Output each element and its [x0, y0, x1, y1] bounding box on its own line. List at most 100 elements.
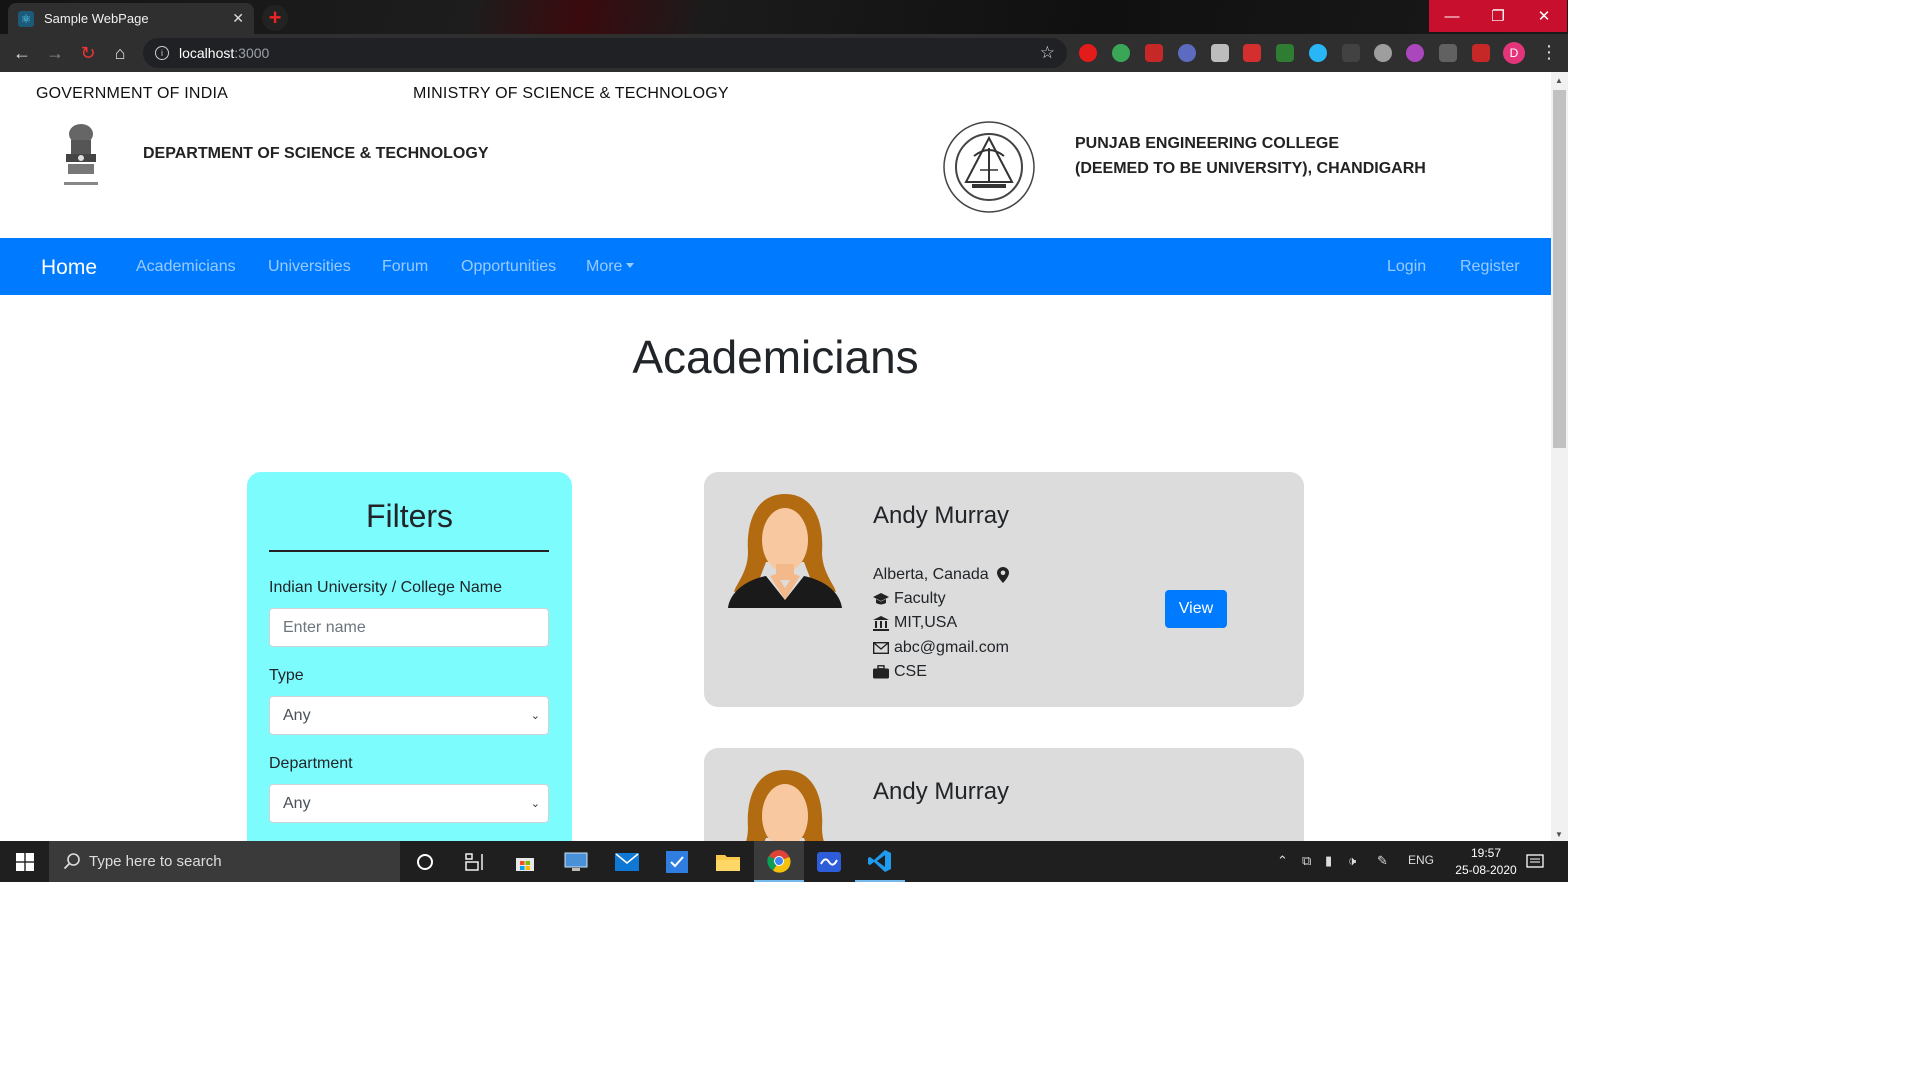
avatar — [728, 494, 842, 608]
todo-icon[interactable] — [652, 841, 702, 882]
national-emblem-icon — [64, 124, 98, 185]
browser-tab[interactable]: ⚛ Sample WebPage ✕ — [8, 3, 254, 34]
nav-home-brand[interactable]: Home — [41, 256, 97, 280]
window-restore-button[interactable]: ❐ — [1475, 0, 1521, 32]
view-button[interactable]: View — [1165, 590, 1227, 628]
scroll-up-icon[interactable]: ▲ — [1555, 76, 1563, 85]
tab-close-icon[interactable]: ✕ — [232, 10, 244, 27]
college-name-line1: PUNJAB ENGINEERING COLLEGE — [1075, 135, 1340, 152]
extension-adblock-icon[interactable] — [1079, 44, 1097, 62]
extension-green-icon[interactable] — [1276, 44, 1294, 62]
envelope-icon — [873, 640, 889, 656]
extension-infinity-icon[interactable] — [1309, 44, 1327, 62]
extensions-puzzle-icon[interactable] — [1472, 44, 1490, 62]
college-name-line2: (DEEMED TO BE UNIVERSITY), CHANDIGARH — [1075, 160, 1426, 177]
notifications-icon[interactable] — [1512, 841, 1558, 882]
mail-icon[interactable] — [602, 841, 652, 882]
file-explorer-icon[interactable] — [703, 841, 753, 882]
battery-icon[interactable]: ▮ — [1325, 853, 1332, 869]
chrome-icon[interactable] — [754, 841, 804, 882]
department-select[interactable]: Any ⌄ — [269, 784, 549, 823]
header-department: DEPARTMENT OF SCIENCE & TECHNOLOGY — [143, 145, 489, 162]
window-close-button[interactable]: ✕ — [1521, 0, 1567, 32]
header-government: GOVERNMENT OF INDIA — [36, 85, 228, 102]
extension-glasses-icon[interactable] — [1178, 44, 1196, 62]
address-bar[interactable]: i localhost:3000 ☆ — [143, 38, 1067, 68]
nav-register[interactable]: Register — [1460, 258, 1520, 276]
extension-target-icon[interactable] — [1374, 44, 1392, 62]
scroll-down-icon[interactable]: ▼ — [1555, 830, 1563, 839]
browser-menu-icon[interactable]: ⋮ — [1540, 42, 1558, 63]
window-minimize-button[interactable]: — — [1429, 0, 1475, 32]
chevron-down-icon: ⌄ — [530, 710, 540, 722]
react-favicon-icon: ⚛ — [18, 10, 34, 27]
profile-avatar[interactable]: D — [1503, 42, 1525, 64]
microsoft-store-icon[interactable] — [500, 841, 550, 882]
nav-academicians[interactable]: Academicians — [136, 258, 236, 276]
graduation-cap-icon — [873, 591, 889, 607]
task-view-icon[interactable] — [450, 841, 500, 882]
remote-desktop-icon[interactable] — [551, 841, 601, 882]
college-name-input[interactable]: Enter name — [269, 608, 549, 647]
briefcase-icon — [873, 664, 889, 680]
nav-opportunities[interactable]: Opportunities — [461, 258, 556, 276]
whiteboard-icon[interactable] — [804, 841, 854, 882]
page-scrollbar[interactable]: ▲ ▼ — [1551, 72, 1568, 841]
url-host: localhost — [179, 45, 235, 61]
forward-arrow-icon[interactable]: → — [42, 40, 68, 66]
academician-name: Andy Murray — [873, 778, 1010, 805]
taskbar-clock[interactable]: 19:57 25-08-2020 — [1452, 845, 1520, 879]
clock-time: 19:57 — [1470, 846, 1502, 860]
academician-location: Alberta, Canada — [873, 566, 1016, 584]
header-ministry: MINISTRY OF SCIENCE & TECHNOLOGY — [413, 85, 729, 102]
show-hidden-icons-icon[interactable]: ⌃ — [1277, 853, 1288, 869]
extension-colorful-icon[interactable] — [1112, 44, 1130, 62]
nav-more-dropdown[interactable]: More — [586, 258, 635, 276]
vscode-icon[interactable] — [855, 841, 905, 882]
input-language[interactable]: ENG — [1408, 853, 1434, 867]
chevron-down-icon: ⌄ — [530, 798, 540, 810]
scrollbar-thumb[interactable] — [1553, 90, 1566, 448]
department-label: Department — [269, 755, 353, 772]
nav-login[interactable]: Login — [1387, 258, 1426, 276]
site-info-icon[interactable]: i — [155, 46, 169, 60]
extension-book-icon[interactable] — [1145, 44, 1163, 62]
department-text: CSE — [894, 663, 927, 680]
extension-braces-icon[interactable] — [1342, 44, 1360, 62]
college-name-label: Indian University / College Name — [269, 579, 502, 596]
page-title: Academicians — [632, 331, 919, 383]
type-label: Type — [269, 667, 304, 684]
type-selected-value: Any — [283, 706, 311, 724]
department-selected-value: Any — [283, 794, 311, 812]
cortana-icon[interactable] — [400, 841, 450, 882]
extension-send-icon[interactable] — [1211, 44, 1229, 62]
academician-department: CSE — [873, 663, 927, 681]
reload-icon[interactable]: ↻ — [75, 40, 101, 66]
network-icon[interactable]: ⧉ — [1302, 853, 1311, 869]
bookmark-star-icon[interactable]: ☆ — [1040, 43, 1055, 63]
new-tab-button[interactable]: + — [262, 5, 288, 31]
taskbar-search-placeholder: Type here to search — [89, 853, 222, 870]
taskbar-search-box[interactable]: Type here to search — [49, 841, 400, 882]
volume-icon[interactable]: 🕩 — [1348, 853, 1356, 869]
pen-icon[interactable]: ✎ — [1377, 853, 1388, 869]
type-select[interactable]: Any ⌄ — [269, 696, 549, 735]
academician-role: Faculty — [873, 590, 946, 608]
clock-date: 25-08-2020 — [1455, 863, 1517, 877]
search-icon — [63, 852, 81, 874]
windows-start-icon[interactable] — [0, 841, 49, 882]
nav-forum[interactable]: Forum — [382, 258, 428, 276]
windows-taskbar: Type here to search ⌃ ⧉ ▮ 🕩 ✎ ENG 19:57 … — [0, 841, 1568, 882]
home-icon[interactable]: ⌂ — [107, 40, 133, 66]
back-arrow-icon[interactable]: ← — [9, 40, 35, 66]
pec-logo-icon — [943, 121, 1035, 213]
extension-heart-icon[interactable] — [1406, 44, 1424, 62]
header-college: PUNJAB ENGINEERING COLLEGE (DEEMED TO BE… — [1075, 131, 1426, 181]
nav-universities[interactable]: Universities — [268, 258, 351, 276]
caret-down-icon — [626, 263, 635, 268]
academician-card: Andy Murray Alberta, Canada Faculty MIT,… — [704, 472, 1304, 707]
extension-grid-icon[interactable] — [1243, 44, 1261, 62]
academician-name: Andy Murray — [873, 502, 1010, 529]
extension-cart-icon[interactable] — [1439, 44, 1457, 62]
email-text: abc@gmail.com — [894, 639, 1009, 656]
